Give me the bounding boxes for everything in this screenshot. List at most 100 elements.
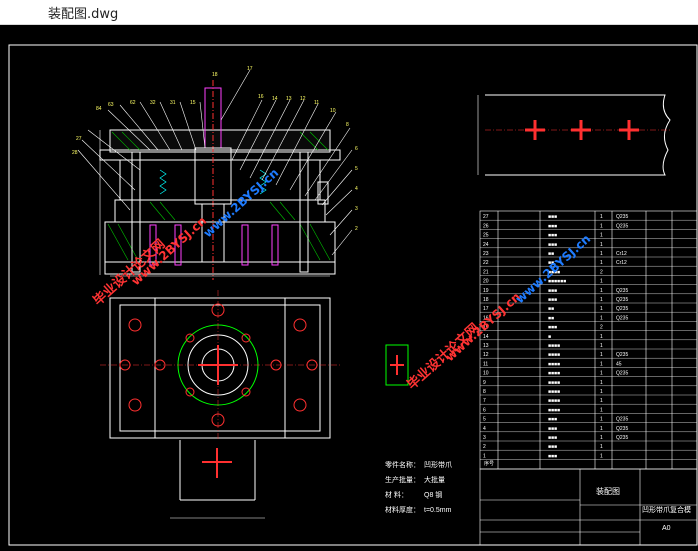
svg-text:3: 3 xyxy=(355,206,358,212)
svg-text:14: 14 xyxy=(272,96,278,102)
bom-cell-qty: 1 xyxy=(600,417,603,423)
svg-text:10: 10 xyxy=(330,108,336,114)
bom-cell-qty: 1 xyxy=(600,371,603,377)
plan-view xyxy=(100,290,340,440)
bom-cell-no: 9 xyxy=(483,380,486,386)
svg-text:18: 18 xyxy=(212,72,218,78)
bom-cell-no: 12 xyxy=(483,352,489,358)
bom-cell-qty: 1 xyxy=(600,334,603,340)
svg-text:15: 15 xyxy=(190,100,196,106)
bom-cell-name: ■■■ xyxy=(548,426,557,432)
svg-text:31: 31 xyxy=(170,100,176,106)
bom-cell-material: 45 xyxy=(616,361,622,367)
bom-cell-qty: 1 xyxy=(600,297,603,303)
bom-cell-name: ■■■ xyxy=(548,297,557,303)
section-view xyxy=(99,80,341,280)
bom-rows: 27 ■■■ 1 Q23526 ■■■ 1 Q23525 ■■■ 124 ■■■ 123 ■■ 1 Cr1… xyxy=(480,214,697,460)
tech-note-3-label: 材 料： xyxy=(385,490,408,499)
bom-cell-material: Q235 xyxy=(616,223,628,229)
svg-text:11: 11 xyxy=(314,100,319,106)
bom-cell-no: 8 xyxy=(483,389,486,395)
bom-cell-qty: 1 xyxy=(600,279,603,285)
bom-cell-name: ■■■■ xyxy=(548,361,560,367)
bom-cell-name: ■■■■ xyxy=(548,389,560,395)
bom-cell-name: ■■■ xyxy=(548,214,557,220)
bom-cell-no: 27 xyxy=(483,214,489,220)
bom-table xyxy=(479,210,698,470)
bom-cell-qty: 1 xyxy=(600,352,603,358)
bom-cell-qty: 1 xyxy=(600,426,603,432)
svg-text:28: 28 xyxy=(72,150,78,156)
bom-cell-no: 21 xyxy=(483,269,489,275)
bom-cell-qty: 2 xyxy=(600,269,603,275)
svg-text:6: 6 xyxy=(355,146,358,152)
bom-cell-no: 5 xyxy=(483,417,486,423)
bom-cell-name: ■■■ xyxy=(548,417,557,423)
bom-cell-name: ■■■ xyxy=(548,242,557,248)
bom-cell-name: ■■■ xyxy=(548,223,557,229)
bom-cell-qty: 1 xyxy=(600,223,603,229)
bom-cell-name: ■■■■ xyxy=(548,398,560,404)
svg-text:5: 5 xyxy=(355,166,358,172)
bom-cell-qty: 1 xyxy=(600,453,603,459)
bom-cell-name: ■■■■ xyxy=(548,352,560,358)
bom-cell-qty: 1 xyxy=(600,260,603,266)
svg-text:13: 13 xyxy=(286,96,292,102)
bom-cell-qty: 1 xyxy=(600,389,603,395)
svg-text:62: 62 xyxy=(130,100,136,106)
bom-cell-qty: 1 xyxy=(600,435,603,441)
tech-note-1-label: 零件名称： xyxy=(385,460,420,469)
bom-cell-name: ■■■ xyxy=(548,288,557,294)
svg-text:2: 2 xyxy=(355,226,358,232)
bom-cell-no: 7 xyxy=(483,398,486,404)
svg-text:8: 8 xyxy=(346,122,349,128)
bom-cell-no: 3 xyxy=(483,435,486,441)
bom-cell-name: ■■■■ xyxy=(548,371,560,377)
bom-cell-material: Q235 xyxy=(616,288,628,294)
bom-cell-material: Q235 xyxy=(616,352,628,358)
bom-cell-no: 18 xyxy=(483,297,489,303)
bom-cell-no: 25 xyxy=(483,233,489,239)
svg-text:27: 27 xyxy=(76,136,82,142)
bom-cell-no: 24 xyxy=(483,242,489,248)
bom-cell-no: 1 xyxy=(483,453,486,459)
bom-cell-no: 10 xyxy=(483,371,489,377)
bom-cell-no: 22 xyxy=(483,260,489,266)
bom-cell-no: 20 xyxy=(483,279,489,285)
bom-cell-name: ■■■ xyxy=(548,444,557,450)
part-name-text: 凹形带爪复合模 xyxy=(642,505,691,514)
svg-text:84: 84 xyxy=(96,106,102,112)
watermark-text: www.2BYSJ.cn xyxy=(129,214,210,289)
strip-view xyxy=(170,440,265,519)
bom-cell-qty: 1 xyxy=(600,343,603,349)
file-tab-title[interactable]: 装配图.dwg xyxy=(48,3,118,22)
bom-cell-no: 6 xyxy=(483,407,486,413)
bom-cell-name: ■■ xyxy=(548,315,554,321)
bom-cell-no: 11 xyxy=(483,361,488,367)
bom-header-no: 序号 xyxy=(484,460,494,467)
strip-layout xyxy=(477,94,671,176)
bom-cell-name: ■■ xyxy=(548,306,554,312)
tech-note-2-value: 大批量 xyxy=(424,475,445,484)
svg-text:17: 17 xyxy=(247,66,253,72)
tech-notes: 零件名称： 凹形带爪 生产批量： 大批量 材 料： Q8 钢 材料厚度： t=0… xyxy=(385,460,452,514)
bom-cell-name: ■ xyxy=(548,334,551,340)
bom-cell-qty: 1 xyxy=(600,288,603,294)
svg-text:4: 4 xyxy=(355,186,358,192)
svg-text:32: 32 xyxy=(150,100,156,106)
svg-text:63: 63 xyxy=(108,102,114,108)
tech-note-2-label: 生产批量： xyxy=(385,475,420,484)
bom-cell-qty: 1 xyxy=(600,398,603,404)
bom-cell-name: ■■■■ xyxy=(548,407,560,413)
bom-cell-material: Cr12 xyxy=(616,260,627,266)
bom-cell-material: Q235 xyxy=(616,426,628,432)
tech-note-4-label: 材料厚度： xyxy=(385,505,420,514)
bom-cell-no: 17 xyxy=(483,306,489,312)
bom-cell-no: 26 xyxy=(483,223,489,229)
bom-cell-qty: 1 xyxy=(600,315,603,321)
bom-cell-no: 2 xyxy=(483,444,486,450)
bom-cell-qty: 1 xyxy=(600,380,603,386)
cad-drawing-canvas[interactable]: 27 28 84 63 62 32 31 15 18 17 16 14 13 12 11 10 86… xyxy=(0,25,698,546)
bom-cell-qty: 2 xyxy=(600,325,603,331)
file-tab-bar: 装配图.dwg xyxy=(0,0,698,25)
